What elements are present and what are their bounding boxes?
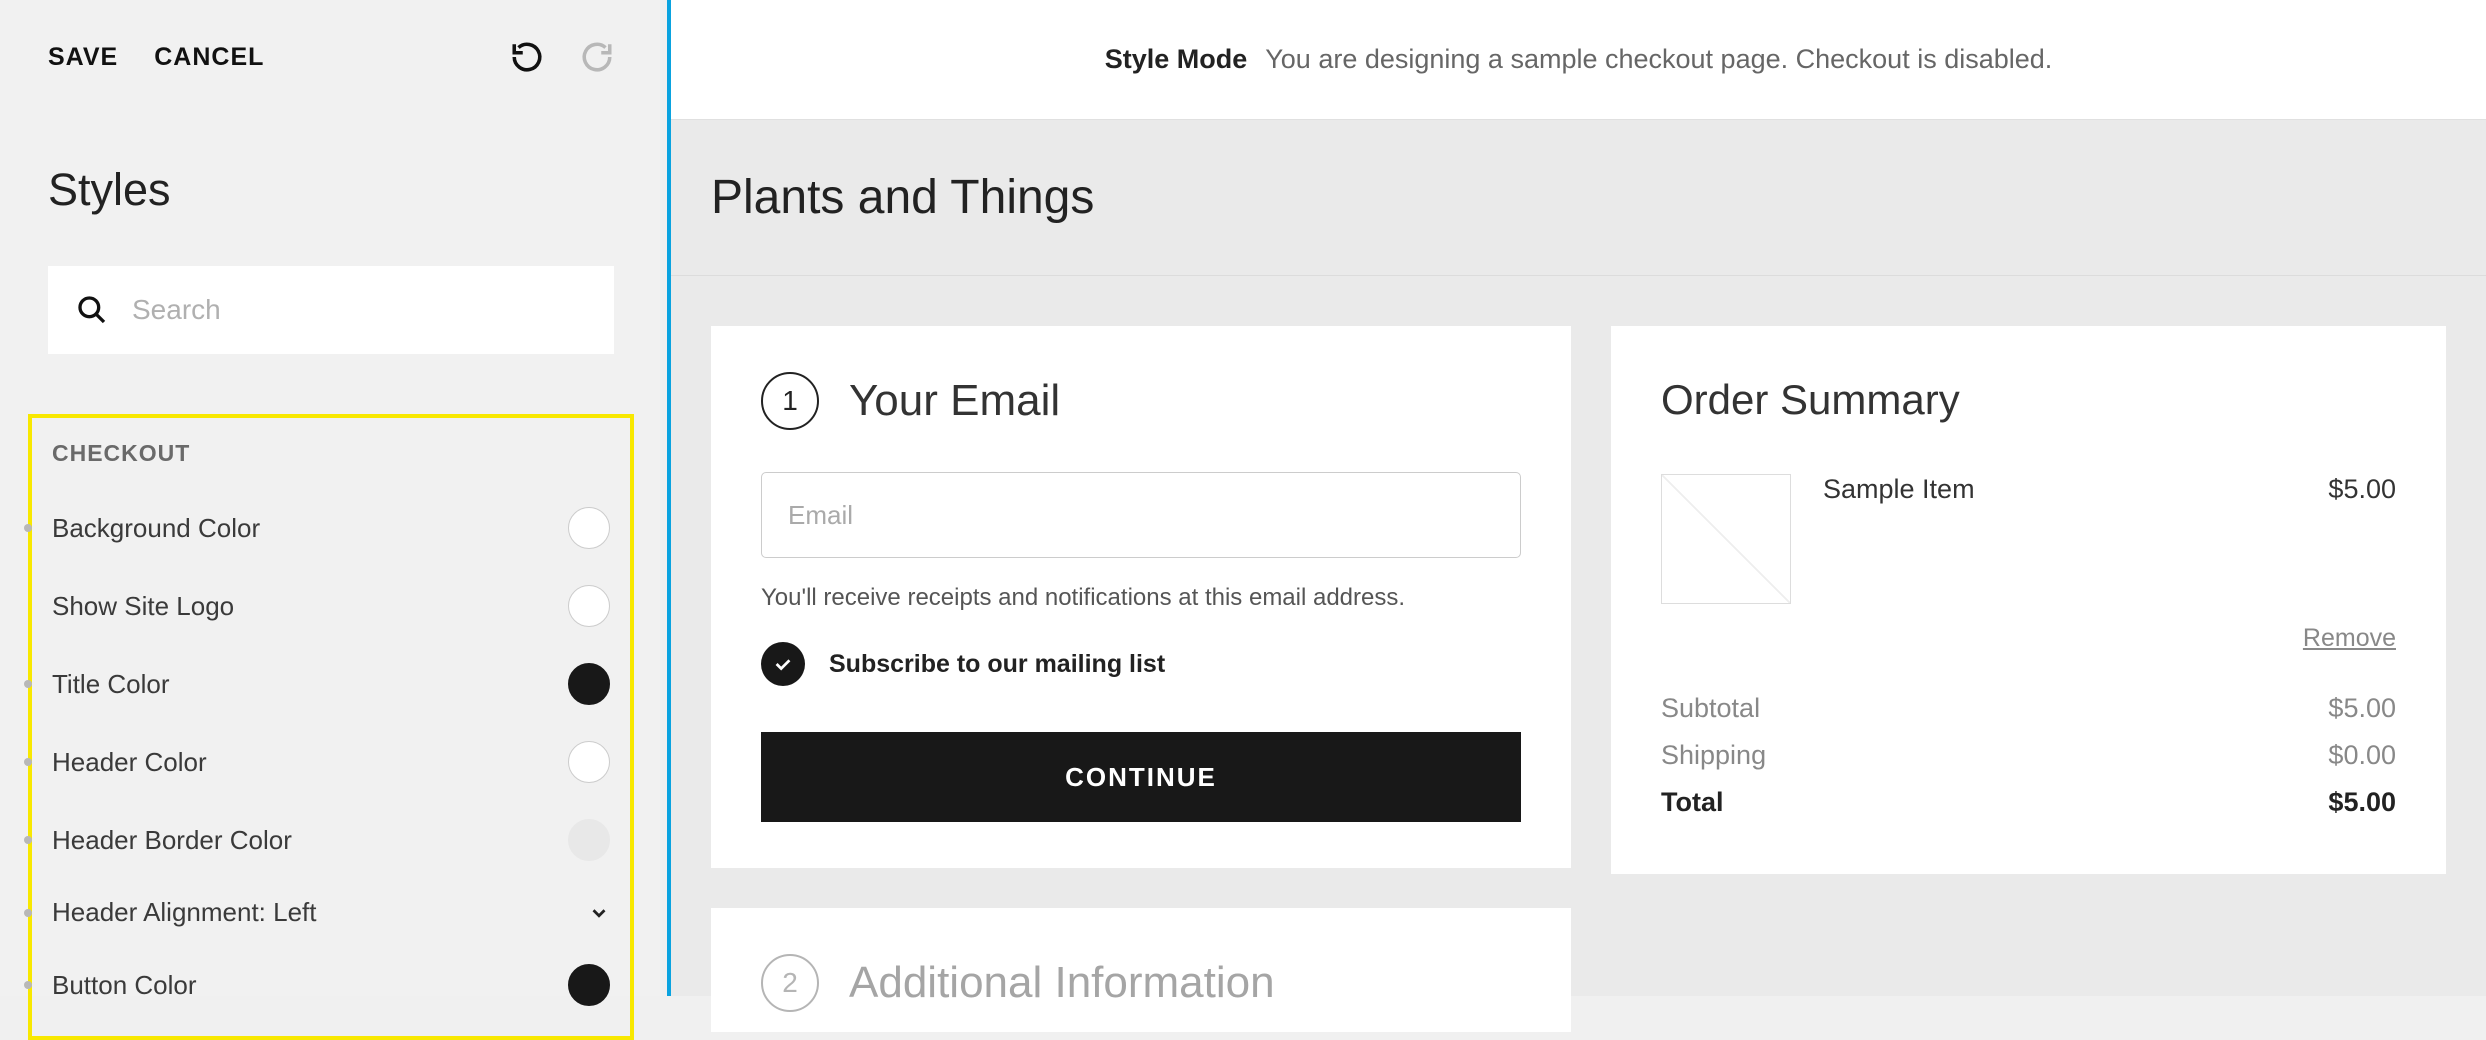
top-actions: SAVE CANCEL bbox=[48, 40, 614, 74]
search-icon bbox=[76, 294, 108, 326]
card-title: Your Email bbox=[849, 376, 1060, 426]
bullet-icon bbox=[24, 524, 32, 532]
item-thumbnail bbox=[1661, 474, 1791, 604]
style-row-button-color[interactable]: Button Color bbox=[52, 964, 610, 1006]
color-swatch[interactable] bbox=[568, 741, 610, 783]
shipping-row: Shipping $0.00 bbox=[1661, 740, 2396, 771]
subscribe-label: Subscribe to our mailing list bbox=[829, 650, 1165, 679]
subtotal-row: Subtotal $5.00 bbox=[1661, 693, 2396, 724]
total-row: Total $5.00 bbox=[1661, 787, 2396, 818]
style-label: Title Color bbox=[52, 669, 568, 700]
subscribe-row[interactable]: Subscribe to our mailing list bbox=[761, 642, 1521, 686]
remove-item-link[interactable]: Remove bbox=[2303, 624, 2396, 652]
email-card: 1 Your Email You'll receive receipts and… bbox=[711, 326, 1571, 868]
undo-icon[interactable] bbox=[510, 40, 544, 74]
continue-button[interactable]: CONTINUE bbox=[761, 732, 1521, 822]
summary-totals: Subtotal $5.00 Shipping $0.00 Total $5.0… bbox=[1661, 693, 2396, 818]
color-swatch[interactable] bbox=[568, 964, 610, 1006]
style-label: Header Color bbox=[52, 747, 568, 778]
card-title: Additional Information bbox=[849, 958, 1275, 1008]
shipping-value: $0.00 bbox=[2328, 740, 2396, 771]
style-label: Header Alignment: Left bbox=[52, 897, 588, 928]
preview-pane: Style Mode You are designing a sample ch… bbox=[667, 0, 2486, 996]
color-swatch[interactable] bbox=[568, 819, 610, 861]
style-row-title-color[interactable]: Title Color bbox=[52, 663, 610, 705]
email-hint: You'll receive receipts and notification… bbox=[761, 584, 1521, 612]
save-button[interactable]: SAVE bbox=[48, 43, 118, 72]
total-value: $5.00 bbox=[2328, 787, 2396, 818]
summary-title: Order Summary bbox=[1661, 376, 2396, 424]
step-number-2: 2 bbox=[761, 954, 819, 1012]
step-number-1: 1 bbox=[761, 372, 819, 430]
style-editor-panel: SAVE CANCEL Styles CHECKOUT Background C… bbox=[0, 0, 662, 996]
style-row-header-color[interactable]: Header Color bbox=[52, 741, 610, 783]
chevron-down-icon bbox=[588, 902, 610, 924]
shipping-label: Shipping bbox=[1661, 740, 1766, 771]
style-label: Show Site Logo bbox=[52, 591, 568, 622]
additional-info-card: 2 Additional Information bbox=[711, 908, 1571, 1032]
summary-line-item: Sample Item $5.00 bbox=[1661, 474, 2396, 604]
total-label: Total bbox=[1661, 787, 1724, 818]
style-label: Header Border Color bbox=[52, 825, 568, 856]
group-header: CHECKOUT bbox=[52, 440, 610, 467]
banner-mode-label: Style Mode bbox=[1105, 44, 1248, 75]
item-price: $5.00 bbox=[2328, 474, 2396, 505]
color-swatch[interactable] bbox=[568, 663, 610, 705]
banner-description: You are designing a sample checkout page… bbox=[1265, 44, 2052, 75]
search-input[interactable] bbox=[132, 294, 586, 326]
style-row-show-site-logo[interactable]: Show Site Logo bbox=[52, 585, 610, 627]
redo-icon[interactable] bbox=[580, 40, 614, 74]
panel-title: Styles bbox=[48, 164, 614, 216]
site-title: Plants and Things bbox=[671, 120, 2486, 276]
order-summary-card: Order Summary Sample Item $5.00 Remove S… bbox=[1611, 326, 2446, 874]
color-swatch[interactable] bbox=[568, 507, 610, 549]
checkout-body: 1 Your Email You'll receive receipts and… bbox=[671, 276, 2486, 1032]
subtotal-label: Subtotal bbox=[1661, 693, 1760, 724]
item-name: Sample Item bbox=[1823, 474, 2296, 505]
style-label: Background Color bbox=[52, 513, 568, 544]
bullet-icon bbox=[24, 836, 32, 844]
subtotal-value: $5.00 bbox=[2328, 693, 2396, 724]
cancel-button[interactable]: CANCEL bbox=[154, 43, 264, 72]
bullet-icon bbox=[24, 981, 32, 989]
checkmark-icon[interactable] bbox=[761, 642, 805, 686]
search-box[interactable] bbox=[48, 266, 614, 354]
checkout-style-group: CHECKOUT Background Color Show Site Logo… bbox=[28, 414, 634, 1040]
style-row-header-alignment[interactable]: Header Alignment: Left bbox=[52, 897, 610, 928]
email-input[interactable] bbox=[761, 472, 1521, 558]
bullet-icon bbox=[24, 909, 32, 917]
toggle-swatch[interactable] bbox=[568, 585, 610, 627]
style-row-header-border-color[interactable]: Header Border Color bbox=[52, 819, 610, 861]
style-row-background-color[interactable]: Background Color bbox=[52, 507, 610, 549]
bullet-icon bbox=[24, 680, 32, 688]
bullet-icon bbox=[24, 758, 32, 766]
style-mode-banner: Style Mode You are designing a sample ch… bbox=[671, 0, 2486, 120]
